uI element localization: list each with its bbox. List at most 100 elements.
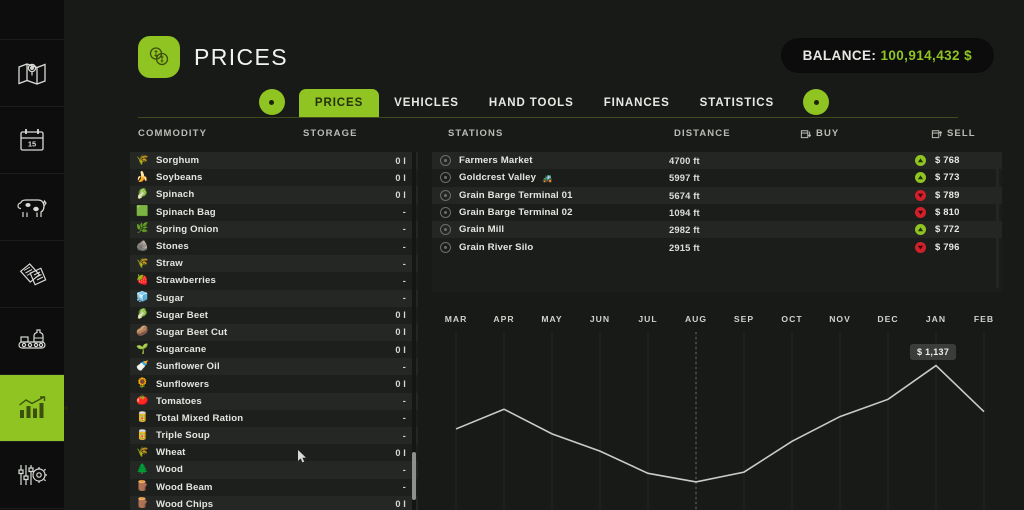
sliders-gear-icon — [17, 462, 47, 488]
map-icon — [17, 60, 47, 86]
station-name: Grain Barge Terminal 02 — [459, 207, 573, 219]
tab-vehicles[interactable]: VEHICLES — [379, 89, 474, 118]
tab-hand-tools[interactable]: HAND TOOLS — [474, 89, 589, 118]
commodity-row[interactable]: 🪵 Wood Beam - — [130, 478, 418, 496]
sidebar-item-animals[interactable] — [0, 174, 64, 241]
commodity-name: Stones — [156, 241, 189, 253]
chart-month-label: FEB — [973, 314, 995, 324]
station-row[interactable]: Grain Barge Terminal 02 1094 ft $ 810 — [432, 203, 1002, 222]
commodity-scrollbar-thumb[interactable] — [412, 452, 416, 500]
commodity-name: Wood — [156, 464, 184, 476]
station-name-cell: Grain Mill — [459, 224, 669, 235]
tab-prev-button[interactable] — [258, 89, 285, 115]
commodity-storage: 0 l — [395, 344, 406, 355]
commodity-row[interactable]: 🍓 Strawberries - — [130, 272, 418, 290]
price-trend-down-icon — [915, 241, 926, 253]
tab-prices[interactable]: PRICES — [298, 89, 380, 118]
commodity-row[interactable]: 🍼 Sunflower Oil - — [130, 358, 418, 376]
commodity-name: Wood Chips — [156, 498, 214, 510]
calendar-icon: 15 — [18, 127, 46, 154]
commodity-storage: - — [402, 258, 406, 269]
price-trend-up-icon — [915, 172, 926, 184]
station-distance: 4700 ft — [669, 155, 700, 167]
commodity-row[interactable]: 🥔 Sugar Beet Cut 0 l — [130, 323, 418, 342]
station-name-cell: Grain Barge Terminal 02 — [459, 207, 669, 218]
commodity-list[interactable]: 🌾 Sorghum 0 l 🍌 Soybeans 0 l 🥬 Spinach 0 l 🟩 Spina… — [130, 152, 418, 510]
commodity-storage: - — [402, 224, 406, 235]
commodity-row[interactable]: 🥫 Triple Soup - — [130, 427, 418, 445]
station-row[interactable]: Farmers Market 4700 ft $ 768 — [432, 152, 1002, 170]
station-marker-icon — [440, 207, 451, 219]
commodity-icon: 🪵 — [136, 498, 149, 510]
station-row[interactable]: Goldcrest Valley 🚜 5997 ft $ 773 — [432, 169, 1002, 187]
station-row[interactable]: Grain Mill 2982 ft $ 772 — [432, 221, 1002, 239]
tab-finances[interactable]: FINANCES — [589, 89, 685, 118]
sell-box-icon — [931, 130, 942, 139]
commodity-row[interactable]: 🌾 Straw - — [130, 255, 418, 273]
commodity-name: Sunflowers — [156, 378, 210, 390]
commodity-row[interactable]: 🌾 Sorghum 0 l — [130, 152, 418, 170]
sidebar-item-map[interactable] — [0, 40, 64, 107]
commodity-row[interactable]: 🪵 Wood Chips 0 l — [130, 495, 418, 510]
station-row[interactable]: Grain Barge Terminal 01 5674 ft $ 789 — [432, 186, 1002, 204]
tab-next-button[interactable] — [803, 89, 830, 115]
commodity-row[interactable]: 🌿 Spring Onion - — [130, 220, 418, 238]
commodity-storage: - — [402, 275, 406, 286]
stations-scrollbar[interactable] — [996, 156, 999, 288]
price-trend-down-icon — [915, 207, 926, 219]
chart-month-label: APR — [493, 314, 515, 324]
column-headers: COMMODITY STORAGE STATIONS DISTANCE BUY … — [138, 128, 975, 148]
sidebar-item-settings[interactable] — [0, 442, 64, 509]
station-name: Grain River Silo — [459, 241, 534, 253]
chart-x-axis-labels: MAR APR MAY JUN JUL AUG SEP OCT NOV DEC JAN FEB — [432, 314, 1002, 330]
column-header-storage: STORAGE — [303, 128, 358, 139]
commodity-storage: - — [402, 482, 406, 493]
commodity-storage: 0 l — [395, 155, 406, 166]
station-distance: 5674 ft — [669, 189, 700, 201]
commodity-icon: 🌾 — [136, 257, 149, 269]
commodity-row[interactable]: 🍅 Tomatoes - — [130, 392, 418, 410]
chart-line-series — [455, 364, 985, 483]
commodity-storage: 0 l — [395, 447, 406, 458]
buy-box-icon — [800, 130, 811, 139]
commodity-row[interactable]: 🌾 Wheat 0 l — [130, 444, 418, 462]
sidebar-item-statistics[interactable] — [0, 375, 64, 442]
commodity-row[interactable]: 🥫 Total Mixed Ration - — [130, 409, 418, 427]
commodity-icon: 🍼 — [136, 360, 149, 372]
commodity-icon: 🌻 — [136, 378, 149, 390]
commodity-row[interactable]: 🌻 Sunflowers 0 l — [130, 375, 418, 393]
commodity-icon: 🌲 — [136, 463, 149, 475]
commodity-row[interactable]: 🥬 Sugar Beet 0 l — [130, 306, 418, 324]
commodity-row[interactable]: 🌱 Sugarcane 0 l — [130, 341, 418, 359]
station-price: $ 796 — [935, 241, 960, 253]
commodity-row[interactable]: 🍌 Soybeans 0 l — [130, 169, 418, 187]
sidebar-item-production[interactable] — [0, 308, 64, 375]
station-row[interactable]: Grain River Silo 2915 ft $ 796 — [432, 238, 1002, 256]
station-distance: 1094 ft — [669, 207, 700, 219]
column-header-stations: STATIONS — [448, 128, 504, 139]
chart-month-label: JAN — [925, 314, 947, 324]
sidebar-item-contracts[interactable] — [0, 241, 64, 308]
commodity-icon: 🌾 — [136, 154, 149, 166]
tab-statistics[interactable]: STATISTICS — [685, 89, 789, 118]
commodity-row[interactable]: 🌲 Wood - — [130, 461, 418, 479]
commodity-name: Sugar Beet Cut — [156, 326, 228, 338]
chart-value-tooltip: $ 1,137 — [910, 343, 957, 360]
commodity-row[interactable]: 🪨 Stones - — [130, 237, 418, 256]
commodity-storage: - — [402, 293, 406, 304]
commodity-name: Sunflower Oil — [156, 361, 220, 373]
column-header-sell: SELL — [931, 128, 976, 139]
station-distance: 2982 ft — [669, 224, 700, 236]
balance-display: BALANCE: 100,914,432 $ — [780, 38, 994, 73]
commodity-row[interactable]: 🥬 Spinach 0 l — [130, 186, 418, 204]
sidebar-item-calendar[interactable]: 15 — [0, 107, 64, 174]
bar-chart-icon — [17, 395, 47, 421]
commodity-row[interactable]: 🟩 Spinach Bag - — [130, 203, 418, 221]
commodity-icon: 🌱 — [136, 343, 149, 355]
commodity-storage: 0 l — [395, 172, 406, 183]
stations-table[interactable]: Farmers Market 4700 ft $ 768 Goldcrest Vall… — [432, 152, 1002, 292]
station-distance: 2915 ft — [669, 241, 700, 253]
commodity-row[interactable]: 🧊 Sugar - — [130, 289, 418, 307]
commodity-storage: 0 l — [395, 379, 406, 390]
commodity-storage: - — [402, 361, 406, 372]
